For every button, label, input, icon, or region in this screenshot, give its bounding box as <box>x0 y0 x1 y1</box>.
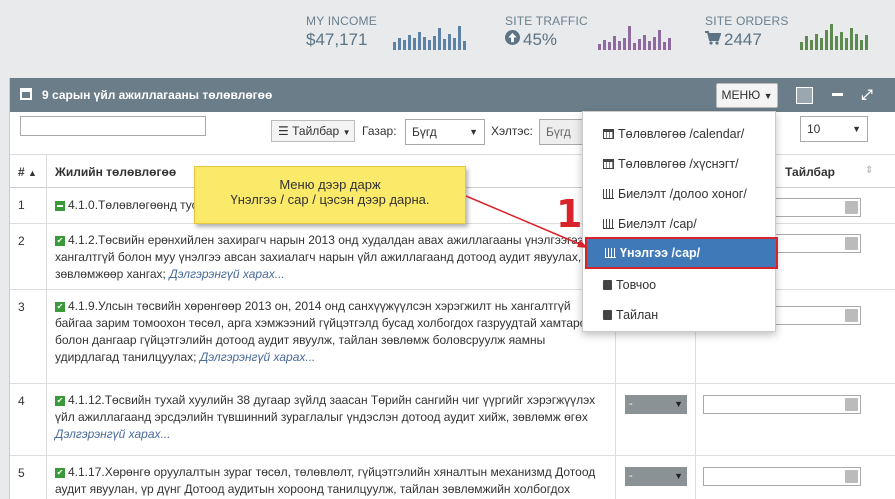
step-number: 1 <box>556 192 583 236</box>
pointer-arrow <box>465 195 588 248</box>
